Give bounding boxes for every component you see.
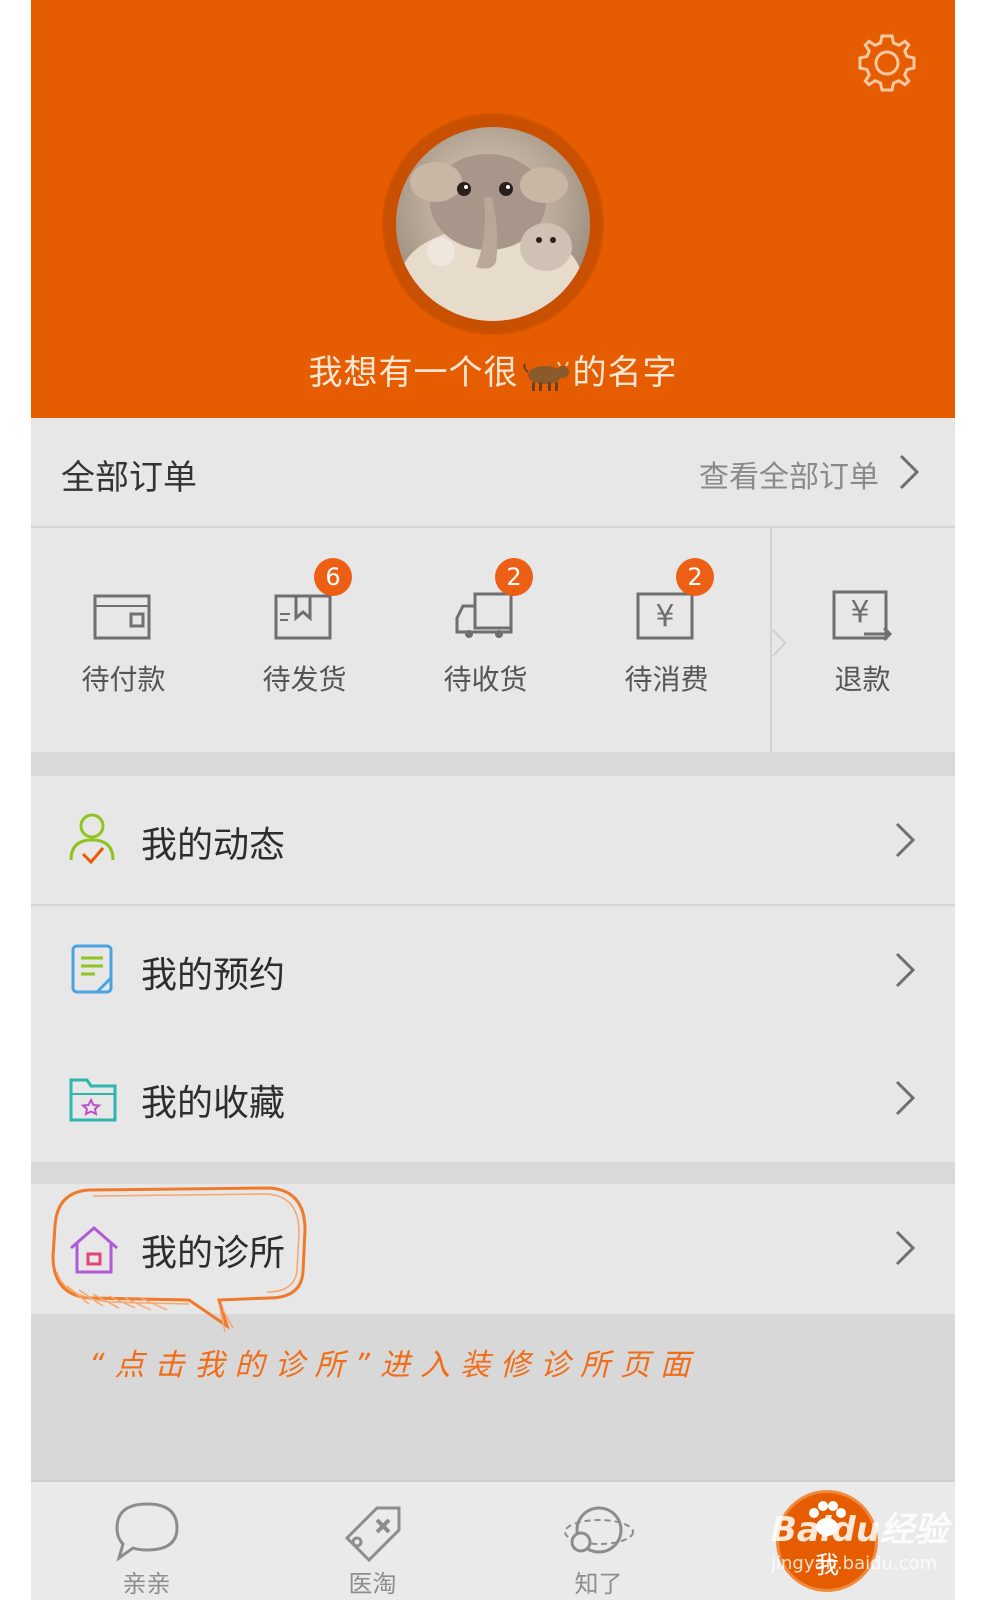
chevron-right-icon: [899, 454, 920, 490]
tab-label: 知了: [574, 1570, 623, 1598]
truck-icon: [455, 592, 513, 638]
status-badge: 6: [314, 558, 352, 596]
status-label: 待收货: [443, 663, 528, 696]
status-label: 退款: [834, 663, 891, 696]
status-badge: 2: [676, 558, 714, 596]
menu-item-my-appointments[interactable]: 我的预约: [31, 906, 955, 1036]
watermark-url: jingyan.baidu.com: [771, 1553, 938, 1574]
tab-label: 医淘: [348, 1570, 397, 1598]
status-pending-receipt[interactable]: 2 待收货: [393, 528, 578, 752]
status-label: 待消费: [624, 663, 709, 696]
menu-item-label: 我的动态: [141, 825, 286, 866]
watermark-brand: Baidu经验: [771, 1510, 949, 1550]
tab-yitao[interactable]: 医淘: [257, 1482, 488, 1600]
chevron-right-icon: [895, 1230, 916, 1266]
wallet-icon: [93, 594, 151, 640]
appointment-icon: [71, 944, 113, 994]
menu-item-label: 我的预约: [141, 955, 286, 996]
order-status-row: 待付款 6 待发货 2 待收货 ¥ 2 待消费 ¥ 退款: [31, 528, 955, 752]
status-pending-shipment[interactable]: 6 待发货: [212, 528, 397, 752]
refund-icon: ¥: [832, 590, 893, 642]
orders-title: 全部订单: [61, 458, 197, 498]
yen-ticket-icon: ¥: [636, 592, 694, 640]
status-label: 待发货: [262, 663, 347, 696]
view-all-orders-link[interactable]: 查看全部订单: [699, 452, 879, 496]
watermark: Baidu经验 jingyan.baidu.com: [771, 1502, 955, 1574]
status-pending-payment[interactable]: 待付款: [31, 528, 216, 752]
favorites-folder-icon: [69, 1078, 117, 1122]
section-gap: [31, 752, 955, 776]
annotation-speech-bubble: [51, 1186, 307, 1333]
section-gap: [31, 1162, 955, 1184]
user-activity-icon: [69, 813, 115, 865]
status-pending-use[interactable]: ¥ 2 待消费: [574, 528, 759, 752]
all-orders-row[interactable]: 全部订单 查看全部订单: [31, 418, 955, 528]
avatar-ring[interactable]: [382, 113, 604, 335]
username: 我想有一个很 的名字: [31, 345, 955, 394]
profile-header: 我想有一个很 的名字: [31, 0, 955, 418]
menu-item-my-activity[interactable]: 我的动态: [31, 776, 955, 906]
svg-text:¥: ¥: [850, 595, 869, 630]
tab-qinqin[interactable]: 亲亲: [31, 1482, 262, 1600]
status-label: 待付款: [81, 663, 166, 696]
chat-bubble-icon: [115, 1502, 179, 1562]
package-icon: [274, 594, 332, 640]
avatar-image: [401, 154, 581, 321]
app-screen: 我想有一个很 的名字 全部订单 查看全部订单 待付款 6 待发货 2 待收货 ¥…: [31, 0, 955, 1600]
chevron-right-icon: [895, 822, 916, 858]
status-badge: 2: [495, 558, 533, 596]
svg-text:¥: ¥: [655, 599, 674, 634]
menu-item-my-favorites[interactable]: 我的收藏: [31, 1034, 955, 1164]
status-refund[interactable]: ¥ 退款: [770, 528, 955, 752]
gear-icon[interactable]: [854, 30, 920, 96]
username-text-end: 的名字: [572, 353, 678, 393]
chevron-right-icon: [895, 1080, 916, 1116]
tag-icon: [344, 1506, 401, 1563]
username-text-start: 我想有一个很: [308, 353, 519, 393]
chevron-right-icon: [895, 952, 916, 988]
tab-zhiliao[interactable]: 知了: [483, 1482, 714, 1600]
cow-emoji-icon: [522, 361, 569, 391]
menu-item-label: 我的收藏: [141, 1083, 286, 1124]
planet-icon: [564, 1506, 634, 1554]
avatar[interactable]: [396, 127, 590, 321]
tab-label: 亲亲: [122, 1570, 171, 1598]
annotation-text: “点击我的诊所”进入装修诊所页面: [89, 1348, 701, 1383]
